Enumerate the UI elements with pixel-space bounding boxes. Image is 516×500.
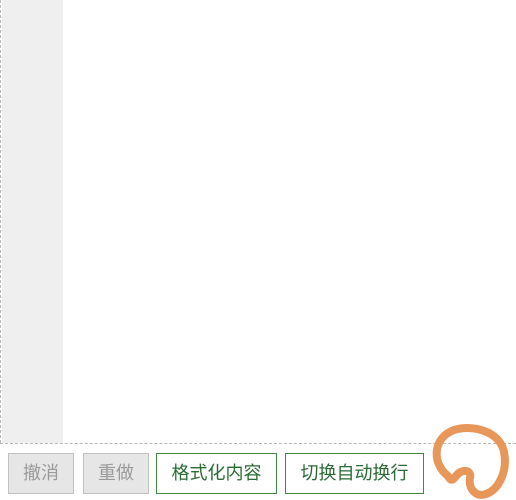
undo-button[interactable]: 撤消 (8, 453, 74, 494)
toggle-word-wrap-button[interactable]: 切换自动换行 (285, 453, 424, 494)
code-editor (0, 0, 516, 443)
format-content-button[interactable]: 格式化内容 (156, 453, 277, 494)
redo-button[interactable]: 重做 (83, 453, 149, 494)
editor-text-area[interactable] (63, 0, 516, 443)
editor-toolbar: 撤消 重做 格式化内容 切换自动换行 (0, 443, 516, 500)
line-number-gutter (2, 0, 63, 443)
